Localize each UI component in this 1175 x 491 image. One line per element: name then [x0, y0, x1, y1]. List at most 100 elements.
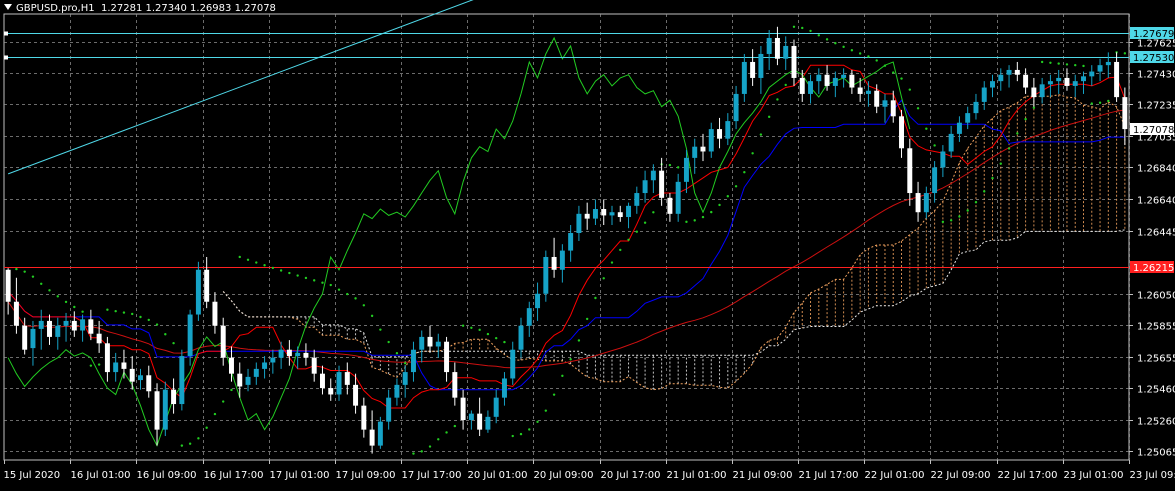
- candle-body: [568, 233, 573, 251]
- candle-body: [717, 129, 722, 139]
- psar-dot: [255, 261, 257, 263]
- psar-dot: [470, 327, 472, 329]
- candle-body: [990, 81, 995, 87]
- candle-body: [1056, 78, 1061, 81]
- psar-dot: [785, 84, 787, 86]
- psar-dot: [710, 211, 712, 213]
- candle-body: [800, 78, 805, 94]
- candle-body: [874, 91, 879, 107]
- x-tick-label: 20 Jul 09:00: [534, 470, 594, 481]
- psar-dot: [247, 259, 249, 261]
- psar-dot: [768, 116, 770, 118]
- psar-dot: [15, 268, 17, 270]
- chart-window[interactable]: 1.276251.274301.272351.270351.268401.266…: [0, 0, 1175, 487]
- candle-body: [882, 100, 887, 106]
- price-chart[interactable]: 1.276251.274301.272351.270351.268401.266…: [0, 0, 1175, 487]
- y-tick-label: 1.25460: [1137, 385, 1175, 396]
- psar-dot: [1091, 102, 1093, 104]
- candle-body: [651, 171, 656, 181]
- dropdown-arrow-icon[interactable]: [4, 4, 12, 10]
- psar-dot: [669, 164, 671, 166]
- psar-dot: [1041, 61, 1043, 63]
- psar-dot: [1124, 52, 1126, 54]
- candle-body: [792, 46, 797, 78]
- psar-dot: [288, 272, 290, 274]
- y-tick-label: 1.25065: [1137, 448, 1175, 459]
- psar-dot: [131, 313, 133, 315]
- candle-body: [684, 158, 689, 182]
- candle-body: [477, 414, 482, 430]
- y-tick-label: 1.25655: [1137, 354, 1175, 365]
- psar-dot: [619, 249, 621, 251]
- psar-dot: [172, 342, 174, 344]
- candle-body: [469, 414, 474, 420]
- psar-dot: [1033, 106, 1035, 108]
- candle-body: [775, 38, 780, 59]
- psar-dot: [363, 304, 365, 306]
- x-tick-label: 20 Jul 01:00: [468, 470, 528, 481]
- price-label: 1.26215: [1133, 263, 1174, 274]
- candle-body: [973, 102, 978, 113]
- candle-body: [808, 81, 813, 94]
- candle-body: [138, 375, 143, 380]
- psar-dot: [892, 71, 894, 73]
- candle-body: [899, 116, 904, 148]
- candle-body: [742, 62, 747, 94]
- psar-dot: [677, 166, 679, 168]
- candle-body: [428, 337, 433, 347]
- candle-body: [419, 337, 424, 350]
- psar-dot: [65, 301, 67, 303]
- psar-dot: [313, 279, 315, 281]
- psar-dot: [594, 297, 596, 299]
- candle-body: [982, 88, 987, 102]
- psar-dot: [32, 275, 34, 277]
- candle-body: [229, 358, 234, 374]
- psar-dot: [181, 444, 183, 446]
- psar-dot: [743, 171, 745, 173]
- x-tick-label: 20 Jul 17:00: [601, 470, 661, 481]
- candle-body: [643, 180, 648, 193]
- psar-dot: [975, 201, 977, 203]
- candle-body: [47, 321, 52, 337]
- psar-dot: [478, 329, 480, 331]
- psar-dot: [933, 144, 935, 146]
- candle-body: [519, 326, 524, 350]
- psar-dot: [429, 445, 431, 447]
- psar-dot: [462, 325, 464, 327]
- candle-body: [287, 350, 292, 356]
- psar-dot: [545, 409, 547, 411]
- psar-dot: [751, 152, 753, 154]
- psar-dot: [387, 341, 389, 343]
- candle-body: [55, 326, 60, 337]
- psar-dot: [57, 295, 59, 297]
- psar-dot: [1057, 62, 1059, 64]
- candle-body: [1106, 62, 1111, 65]
- candle-body: [436, 342, 441, 347]
- candle-body: [891, 100, 896, 116]
- x-tick-label: 16 Jul 09:00: [137, 470, 197, 481]
- candle-body: [337, 372, 342, 394]
- candle-body: [833, 78, 838, 86]
- psar-dot: [1000, 162, 1002, 164]
- psar-dot: [553, 393, 555, 395]
- psar-dot: [404, 362, 406, 364]
- psar-dot: [611, 261, 613, 263]
- candle-body: [510, 350, 515, 379]
- candle-body: [461, 398, 466, 420]
- psar-dot: [81, 310, 83, 312]
- x-tick-label: 22 Jul 09:00: [931, 470, 991, 481]
- psar-dot: [942, 221, 944, 223]
- candle-body: [734, 94, 739, 121]
- candle-body: [163, 390, 168, 430]
- psar-dot: [925, 128, 927, 130]
- candle-body: [535, 294, 540, 308]
- psar-dot: [884, 65, 886, 67]
- price-label: 1.27530: [1133, 53, 1174, 64]
- x-tick-label: 23 Jul 09:00: [1130, 470, 1175, 481]
- candle-body: [14, 302, 19, 326]
- psar-dot: [636, 231, 638, 233]
- candle-body: [345, 372, 350, 385]
- x-tick-label: 16 Jul 17:00: [204, 470, 264, 481]
- psar-dot: [1024, 118, 1026, 120]
- psar-dot: [412, 452, 414, 454]
